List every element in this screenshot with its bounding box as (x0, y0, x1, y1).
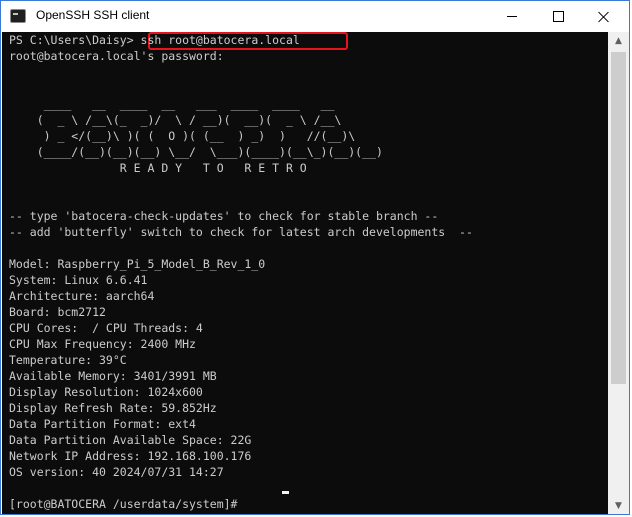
console-line: Display Refresh Rate: 59.852Hz (9, 401, 217, 415)
console-line: OS version: 40 2024/07/31 14:27 (9, 465, 224, 479)
vertical-scrollbar[interactable]: ▲ ▼ (608, 32, 629, 514)
terminal-output[interactable]: PS C:\Users\Daisy> ssh root@batocera.loc… (2, 32, 608, 514)
console-line: Available Memory: 3401/3991 MB (9, 369, 217, 383)
console-line: System: Linux 6.6.41 (9, 273, 148, 287)
console-line: (____/(__)(__)(__) \__/ \___)(____)(__\_… (9, 145, 383, 159)
console-line: Display Resolution: 1024x600 (9, 385, 203, 399)
scroll-down-arrow-icon[interactable]: ▼ (608, 497, 629, 514)
console-line: ) _ </(__)\ )( ( O )( (__ ) _) ) //(__)\ (9, 129, 356, 143)
console-line: Board: bcm2712 (9, 305, 106, 319)
console-line: ____ __ ____ __ ___ ____ ____ __ (9, 97, 335, 111)
console-line: -- add 'butterfly' switch to check for l… (9, 225, 473, 239)
minimize-icon (507, 16, 517, 17)
console-line: Temperature: 39°C (9, 353, 127, 367)
console-line: ( _ \ /__\(_ _)/ \ / __)( __)( _ \ /__\ (9, 113, 342, 127)
text-cursor (282, 491, 289, 494)
console-line: Network IP Address: 192.168.100.176 (9, 449, 252, 463)
console-line: Model: Raspberry_Pi_5_Model_B_Rev_1_0 (9, 257, 266, 271)
console-line: CPU Cores: / CPU Threads: 4 (9, 321, 203, 335)
console-line: PS C:\Users\Daisy> ssh root@batocera.loc… (9, 33, 300, 47)
ssh-client-window: OpenSSH SSH client PS C:\Users\Daisy> ss… (0, 0, 630, 515)
close-icon (598, 11, 610, 23)
maximize-button[interactable] (535, 1, 581, 32)
scrollbar-thumb[interactable] (611, 52, 626, 384)
console-line: [root@BATOCERA /userdata/system]# (9, 497, 238, 511)
console-line: root@batocera.local's password: (9, 49, 224, 63)
terminal-app-icon (10, 9, 26, 23)
console-line: R E A D Y T O R E T R O (9, 161, 307, 175)
scroll-up-arrow-icon[interactable]: ▲ (608, 32, 629, 49)
console-line: Architecture: aarch64 (9, 289, 155, 303)
console-line: CPU Max Frequency: 2400 MHz (9, 337, 196, 351)
maximize-icon (552, 11, 564, 22)
minimize-button[interactable] (489, 1, 535, 32)
title-bar[interactable]: OpenSSH SSH client (1, 1, 629, 32)
close-button[interactable] (581, 1, 627, 32)
window-title: OpenSSH SSH client (36, 8, 150, 22)
console-line: -- type 'batocera-check-updates' to chec… (9, 209, 439, 223)
console-line: Data Partition Format: ext4 (9, 417, 196, 431)
console-line: Data Partition Available Space: 22G (9, 433, 252, 447)
